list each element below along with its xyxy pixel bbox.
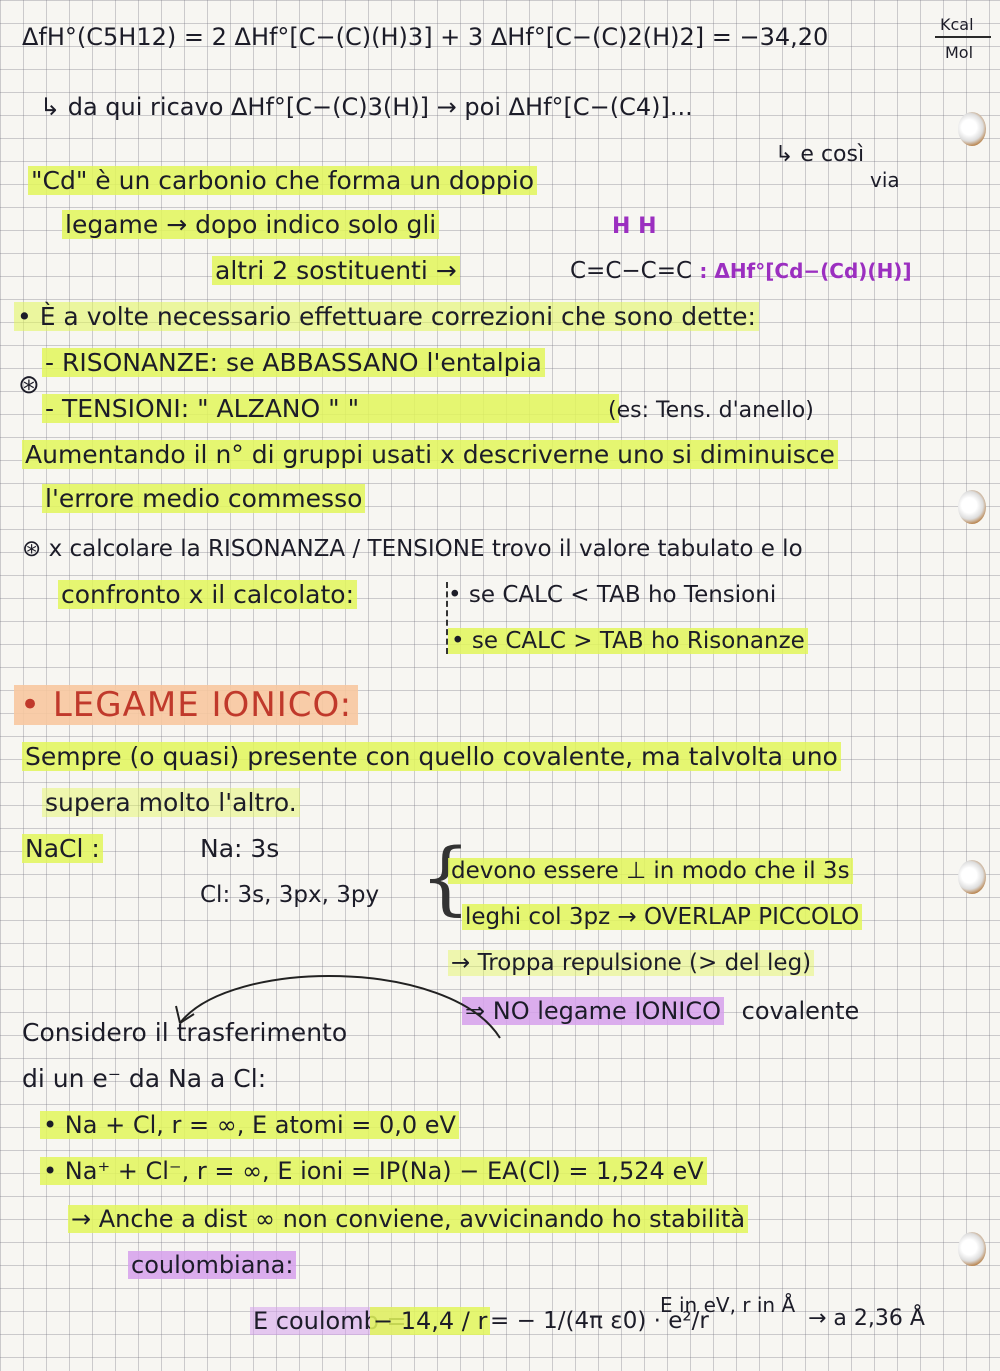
star-mark: ⊛ bbox=[18, 370, 40, 400]
groups-note-2: l'errore medio commesso bbox=[42, 484, 366, 514]
compare-tension: • se CALC < TAB ho Tensioni bbox=[448, 582, 777, 608]
ionic-intro-2: supera molto l'altro. bbox=[42, 788, 300, 818]
binder-hole-1 bbox=[958, 112, 986, 146]
ionic-intro: Sempre (o quasi) presente con quello cov… bbox=[22, 742, 841, 772]
derivation-note: ↳ da qui ricavo ΔHf°[C−(C)3(H)] → poi ΔH… bbox=[40, 93, 693, 121]
coulomb-note-2: coulombiana: bbox=[128, 1250, 297, 1280]
ions-energy: • Na⁺ + Cl⁻, r = ∞, E ioni = IP(Na) − EA… bbox=[40, 1156, 707, 1186]
so-on-note-2: via bbox=[870, 168, 900, 192]
structure-hydrogens: H H bbox=[612, 214, 657, 239]
corrections-intro: • È a volte necessario effettuare correz… bbox=[14, 302, 759, 332]
compare-resonance: • se CALC > TAB ho Risonanze bbox=[448, 626, 808, 656]
na-config: Na: 3s bbox=[200, 834, 280, 863]
calc-note: ⊛ x calcolare la RISONANZA / TENSIONE tr… bbox=[22, 536, 803, 562]
tension-line: - TENSIONI: " ALZANO " " bbox=[42, 394, 620, 424]
equation-text: ΔfH°(C5H12) = 2 ΔHf°[C−(C)(H)3] + 3 ΔHf°… bbox=[22, 23, 829, 51]
enthalpy-equation: ΔfH°(C5H12) = 2 ΔHf°[C−(C)(H)3] + 3 ΔHf°… bbox=[22, 22, 828, 52]
binder-hole-2 bbox=[958, 490, 986, 524]
binder-hole-4 bbox=[958, 1232, 986, 1266]
transfer-note-2: di un e⁻ da Na a Cl: bbox=[22, 1064, 267, 1093]
orbital-note-1: devono essere ⊥ in modo che il 3s bbox=[448, 856, 853, 886]
orbital-conclusion: ⇒ NO legame IONICO covalente bbox=[462, 996, 859, 1026]
coulomb-eq-mid: − 14,4 / r bbox=[370, 1306, 491, 1336]
cd-definition-3: altri 2 sostituenti → bbox=[212, 256, 460, 286]
section-title: • LEGAME IONICO: bbox=[14, 684, 359, 729]
structure-formula: C=C−C=C : ΔHf°[Cd−(Cd)(H)] bbox=[570, 258, 912, 284]
tension-example: (es: Tens. d'anello) bbox=[608, 398, 814, 423]
compare-note: confronto x il calcolato: bbox=[58, 580, 358, 610]
coulomb-units: E in eV, r in Å bbox=[660, 1293, 796, 1317]
unit-bottom: Mol bbox=[945, 43, 974, 62]
nacl-label: NaCl : bbox=[22, 834, 103, 864]
resonance-line: - RISONANZE: se ABBASSANO l'entalpia bbox=[42, 348, 545, 378]
coulomb-note: → Anche a dist ∞ non conviene, avvicinan… bbox=[68, 1204, 749, 1234]
orbital-note-2: leghi col 3pz → OVERLAP PICCOLO bbox=[462, 902, 863, 932]
so-on-note: ↳ e così bbox=[775, 142, 865, 167]
coulomb-tail: → a 2,36 Å bbox=[808, 1306, 925, 1331]
cd-definition: "Cd" è un carbonio che forma un doppio bbox=[28, 166, 538, 196]
cl-config: Cl: 3s, 3px, 3py bbox=[200, 882, 380, 908]
groups-note: Aumentando il n° di gruppi usati x descr… bbox=[22, 440, 838, 470]
cd-definition-2: legame → dopo indico solo gli bbox=[62, 210, 440, 240]
atoms-energy: • Na + Cl, r = ∞, E atomi = 0,0 eV bbox=[40, 1110, 459, 1140]
transfer-note: Considero il trasferimento bbox=[22, 1018, 348, 1047]
binder-hole-3 bbox=[958, 860, 986, 894]
